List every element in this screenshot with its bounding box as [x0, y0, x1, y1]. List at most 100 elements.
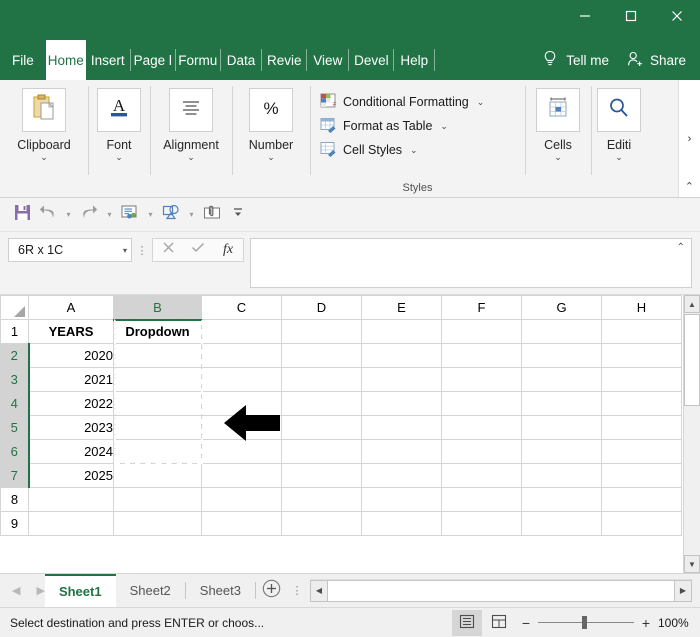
cell-C7[interactable] — [201, 463, 282, 488]
tab-developer[interactable]: Devel — [349, 40, 393, 80]
row-header-1[interactable]: 1 — [0, 319, 29, 344]
vertical-scroll-track[interactable] — [684, 406, 700, 555]
nav-prev-icon[interactable]: ◀ — [12, 584, 20, 597]
horizontal-scrollbar[interactable]: ◀ ▶ — [309, 579, 692, 602]
cell-E3[interactable] — [361, 367, 442, 392]
cell-C6[interactable] — [201, 439, 282, 464]
cell-E8[interactable] — [361, 487, 442, 512]
sheet-tab-sheet1[interactable]: Sheet1 — [44, 574, 116, 607]
alignment-button[interactable] — [169, 88, 213, 132]
tab-data[interactable]: Data — [221, 40, 262, 80]
clipboard-button[interactable] — [22, 88, 66, 132]
cell-H3[interactable] — [601, 367, 682, 392]
insert-function-button[interactable]: fx — [213, 239, 243, 261]
cell-A6[interactable]: 2024 — [28, 439, 114, 464]
editing-find-button[interactable] — [597, 88, 641, 132]
email-recipients-button[interactable] — [118, 203, 142, 227]
customize-qat-button[interactable] — [226, 203, 250, 227]
scroll-down-arrow-icon[interactable]: ▼ — [684, 555, 700, 573]
cell-G9[interactable] — [521, 511, 602, 536]
row-header-4[interactable]: 4 — [0, 391, 30, 416]
cell-F6[interactable] — [441, 439, 522, 464]
zoom-slider[interactable] — [538, 616, 634, 629]
cell-G1[interactable] — [521, 319, 602, 344]
sheet-tab-sheet3[interactable]: Sheet3 — [186, 574, 255, 607]
tab-view[interactable]: View — [307, 40, 348, 80]
sheet-tab-sheet2[interactable]: Sheet2 — [116, 574, 185, 607]
cell-C9[interactable] — [201, 511, 282, 536]
cell-A5[interactable]: 2023 — [28, 415, 114, 440]
hscroll-right-arrow-icon[interactable]: ▶ — [674, 579, 692, 602]
chevron-down-icon[interactable]: ⌄ — [477, 97, 485, 108]
cell-H1[interactable] — [601, 319, 682, 344]
add-sheet-button[interactable] — [256, 574, 288, 607]
cell-G6[interactable] — [521, 439, 602, 464]
column-header-G[interactable]: G — [521, 295, 602, 320]
cell-E9[interactable] — [361, 511, 442, 536]
cell-G3[interactable] — [521, 367, 602, 392]
row-header-8[interactable]: 8 — [0, 487, 29, 512]
cancel-button[interactable] — [153, 239, 183, 261]
maximize-button[interactable] — [608, 0, 654, 32]
cell-D6[interactable] — [281, 439, 362, 464]
row-header-5[interactable]: 5 — [0, 415, 30, 440]
cell-styles-button[interactable]: Cell Styles ⌄ — [318, 138, 420, 162]
cell-G8[interactable] — [521, 487, 602, 512]
cell-F8[interactable] — [441, 487, 522, 512]
tell-me-button[interactable]: Tell me — [533, 50, 619, 71]
row-header-6[interactable]: 6 — [0, 439, 30, 464]
cell-H5[interactable] — [601, 415, 682, 440]
redo-button[interactable] — [77, 203, 101, 227]
column-header-F[interactable]: F — [441, 295, 522, 320]
chevron-down-icon[interactable]: ⌄ — [267, 153, 275, 162]
zoom-out-button[interactable]: − — [520, 615, 532, 631]
chevron-down-icon[interactable]: ⌄ — [40, 153, 48, 162]
page-layout-view-button[interactable] — [484, 610, 514, 636]
chevron-down-icon[interactable]: ⌄ — [615, 153, 623, 162]
cell-H9[interactable] — [601, 511, 682, 536]
attachment-button[interactable] — [200, 203, 224, 227]
tab-insert[interactable]: Insert — [86, 40, 130, 80]
zoom-level-label[interactable]: 100% — [658, 616, 692, 630]
zoom-in-button[interactable]: + — [640, 615, 652, 631]
chevron-down-icon[interactable]: ▾ — [123, 246, 127, 255]
cell-G7[interactable] — [521, 463, 602, 488]
cell-E5[interactable] — [361, 415, 442, 440]
collapse-formula-bar-icon[interactable]: ⌃ — [677, 242, 685, 253]
vertical-scrollbar[interactable]: ▲ ▼ — [683, 295, 700, 573]
font-button[interactable]: A — [97, 88, 141, 132]
cell-G5[interactable] — [521, 415, 602, 440]
cell-D1[interactable] — [281, 319, 362, 344]
cell-A7[interactable]: 2025 — [28, 463, 114, 488]
row-header-3[interactable]: 3 — [0, 367, 30, 392]
redo-dropdown-icon[interactable]: ▾ — [103, 203, 116, 227]
chevron-down-icon[interactable]: ⌄ — [115, 153, 123, 162]
ribbon-overflow-chevron-icon[interactable]: › — [678, 80, 700, 197]
formula-input[interactable]: ⌃ — [250, 238, 692, 288]
cell-B8[interactable] — [113, 487, 202, 512]
cell-H2[interactable] — [601, 343, 682, 368]
number-format-button[interactable]: % — [249, 88, 293, 132]
horizontal-scroll-thumb[interactable] — [327, 579, 674, 602]
column-header-C[interactable]: C — [201, 295, 282, 320]
cell-F3[interactable] — [441, 367, 522, 392]
tab-review[interactable]: Revie — [262, 40, 306, 80]
cell-F9[interactable] — [441, 511, 522, 536]
chevron-down-icon[interactable]: ⌄ — [440, 121, 448, 132]
column-header-B[interactable]: B — [113, 295, 202, 321]
cell-C8[interactable] — [201, 487, 282, 512]
tab-page-layout[interactable]: Page l — [131, 40, 175, 80]
conditional-formatting-button[interactable]: ≠ Conditional Formatting ⌄ — [318, 90, 486, 114]
cell-C3[interactable] — [201, 367, 282, 392]
cell-A3[interactable]: 2021 — [28, 367, 114, 392]
tab-formulas[interactable]: Formu — [176, 40, 220, 80]
cell-A9[interactable] — [28, 511, 114, 536]
cell-E2[interactable] — [361, 343, 442, 368]
cell-H7[interactable] — [601, 463, 682, 488]
cells-button[interactable] — [536, 88, 580, 132]
cell-E6[interactable] — [361, 439, 442, 464]
name-box[interactable]: 6R x 1C ▾ — [8, 238, 132, 262]
undo-dropdown-icon[interactable]: ▾ — [62, 203, 75, 227]
cell-B2[interactable] — [113, 343, 202, 368]
cell-D4[interactable] — [281, 391, 362, 416]
